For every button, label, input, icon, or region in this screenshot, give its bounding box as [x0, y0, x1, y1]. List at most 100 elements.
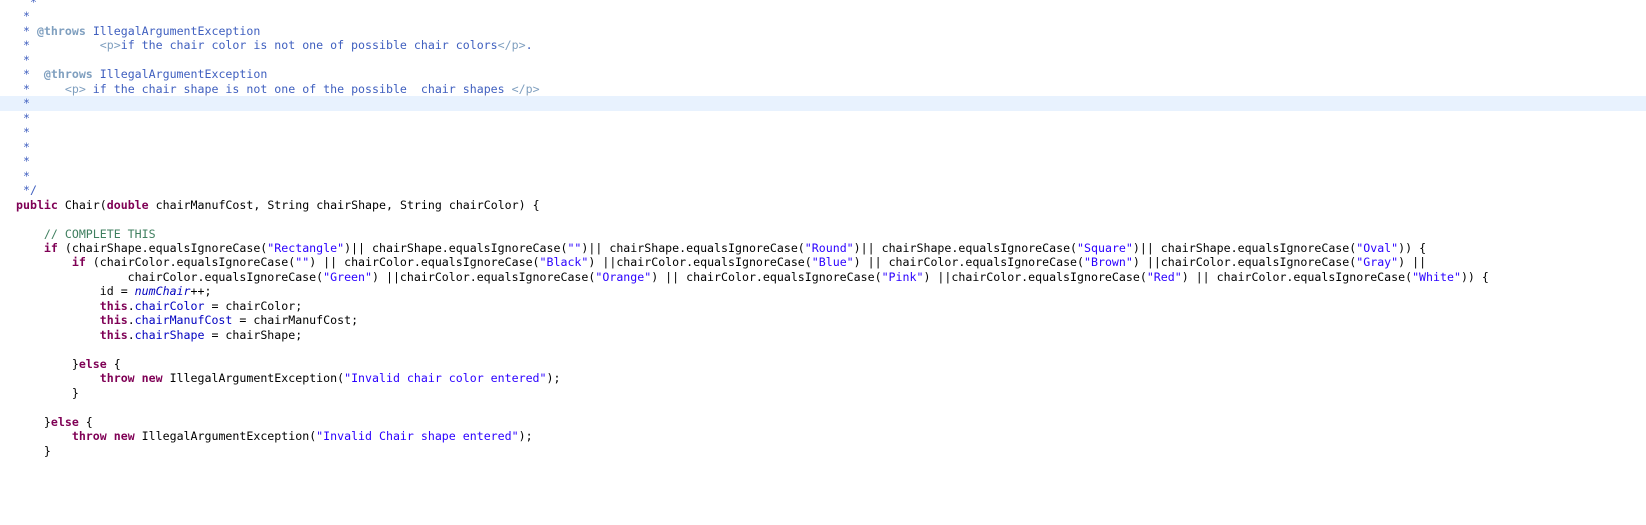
code-line[interactable]: }	[0, 386, 1646, 400]
code-token: if the chair shape is not one of the pos…	[85, 81, 512, 96]
code-token: IllegalArgumentException	[92, 23, 261, 38]
code-token: chairColor) {	[441, 197, 540, 212]
code-token: else	[78, 356, 107, 371]
code-token: throw	[99, 371, 135, 386]
code-token: *	[16, 9, 37, 24]
code-token: *	[16, 81, 65, 96]
code-token: );	[518, 429, 533, 444]
code-token: *	[16, 154, 37, 169]
code-token: "Brown"	[1084, 255, 1133, 270]
code-line[interactable]	[0, 212, 1646, 226]
code-line[interactable]: *	[0, 96, 1646, 111]
code-token: Chair(	[57, 197, 107, 212]
code-line[interactable]: this.chairColor = chairColor;	[0, 299, 1646, 313]
code-token: this	[99, 298, 128, 313]
code-line[interactable]: }else {	[0, 357, 1646, 371]
code-line[interactable]: }else {	[0, 415, 1646, 429]
code-line[interactable]: id = numChair++;	[0, 284, 1646, 298]
code-token: ) ||	[1398, 255, 1427, 270]
code-line[interactable]: *	[0, 9, 1646, 23]
code-token: this	[99, 327, 128, 342]
code-token: (chairShape.equalsIgnoreCase(	[57, 240, 268, 255]
code-line[interactable]: */	[0, 183, 1646, 197]
code-token: "Invalid Chair shape entered"	[316, 429, 519, 444]
code-line[interactable]: if (chairColor.equalsIgnoreCase("") || c…	[0, 255, 1646, 269]
code-token: *	[16, 168, 37, 183]
code-token: )) {	[1398, 240, 1427, 255]
code-token: );	[546, 371, 561, 386]
code-line[interactable]	[0, 342, 1646, 356]
code-line[interactable]: *	[0, 111, 1646, 125]
code-token: chairShape	[134, 327, 205, 342]
code-line[interactable]: *	[0, 125, 1646, 139]
code-token: "Square"	[1077, 240, 1133, 255]
code-line[interactable]: * <p>if the chair color is not one of po…	[0, 38, 1646, 52]
code-line[interactable]: *	[0, 154, 1646, 168]
code-token: new	[113, 429, 135, 444]
code-token: id =	[16, 284, 135, 299]
code-text-area[interactable]: * * * @throws IllegalArgumentException *…	[0, 0, 1646, 472]
code-token: */	[16, 183, 37, 198]
code-line[interactable]: // COMPLETE THIS	[0, 227, 1646, 241]
code-token: chairColor.equalsIgnoreCase(	[16, 269, 324, 284]
code-token: "Pink"	[881, 269, 924, 284]
code-line[interactable]: *	[0, 0, 1646, 9]
code-line[interactable]	[0, 400, 1646, 414]
code-token: throw	[71, 429, 107, 444]
code-token: ) ||chairColor.equalsIgnoreCase(	[923, 269, 1147, 284]
code-token: ) || chairColor.equalsIgnoreCase(	[853, 255, 1085, 270]
code-token: IllegalArgumentException	[99, 67, 268, 82]
code-token: @throws	[36, 23, 86, 38]
code-line[interactable]: chairColor.equalsIgnoreCase("Green") ||c…	[0, 270, 1646, 284]
code-line[interactable]: public Chair(double chairManufCost, Stri…	[0, 198, 1646, 212]
code-token: *	[16, 38, 100, 53]
code-line[interactable]: * @throws IllegalArgumentException	[0, 24, 1646, 38]
code-token: *	[16, 52, 37, 67]
code-token: "Gray"	[1356, 255, 1399, 270]
code-token: if	[43, 240, 58, 255]
code-token: String	[399, 197, 442, 212]
code-line[interactable]: *	[0, 140, 1646, 154]
code-token: "Invalid chair color entered"	[344, 371, 547, 386]
code-line[interactable]: * @throws IllegalArgumentException	[0, 67, 1646, 81]
code-token: ) || chairColor.equalsIgnoreCase(	[651, 269, 882, 284]
code-token: "White"	[1412, 269, 1461, 284]
code-line[interactable]: *	[0, 53, 1646, 67]
code-line[interactable]: * <p> if the chair shape is not one of t…	[0, 82, 1646, 96]
code-token: ) || chairColor.equalsIgnoreCase(	[1181, 269, 1413, 284]
code-line[interactable]: throw new IllegalArgumentException("Inva…	[0, 371, 1646, 385]
code-token: *	[16, 139, 37, 154]
code-editor-pane[interactable]: * * * @throws IllegalArgumentException *…	[0, 0, 1646, 525]
code-token: ) || chairColor.equalsIgnoreCase(	[309, 255, 540, 270]
code-line[interactable]: this.chairShape = chairShape;	[0, 328, 1646, 342]
code-line[interactable]: this.chairManufCost = chairManufCost;	[0, 313, 1646, 327]
code-token: String	[267, 197, 310, 212]
code-token: *	[16, 96, 37, 111]
code-token: )|| chairShape.equalsIgnoreCase(	[581, 240, 805, 255]
code-token: this	[99, 313, 128, 328]
code-line[interactable]: throw new IllegalArgumentException("Inva…	[0, 429, 1646, 443]
code-token: chairManufCost	[134, 313, 233, 328]
code-token: "Oval"	[1356, 240, 1399, 255]
code-token: chairManufCost,	[148, 197, 268, 212]
code-line[interactable]: if (chairShape.equalsIgnoreCase("Rectang…	[0, 241, 1646, 255]
code-token: "Orange"	[595, 269, 652, 284]
code-token: )|| chairShape.equalsIgnoreCase(	[853, 240, 1078, 255]
code-token: double	[106, 197, 149, 212]
code-token: .	[525, 38, 533, 53]
code-token: </p>	[511, 81, 540, 96]
code-line[interactable]: }	[0, 444, 1646, 458]
code-line[interactable]	[0, 458, 1646, 472]
code-token: = chairColor;	[204, 298, 303, 313]
code-line[interactable]: *	[0, 169, 1646, 183]
code-token: }	[16, 356, 79, 371]
code-token: ""	[567, 240, 582, 255]
